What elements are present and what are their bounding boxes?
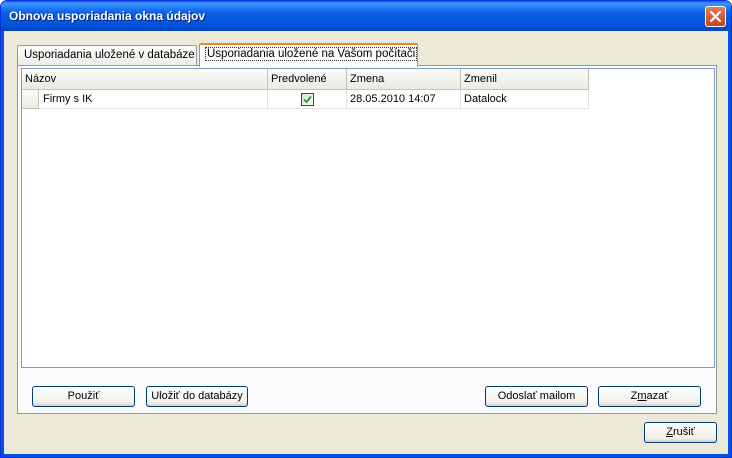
row-selector[interactable] bbox=[22, 90, 39, 109]
delete-label-suffix: azať bbox=[646, 390, 669, 402]
delete-mnemonic: m bbox=[637, 390, 647, 402]
use-button[interactable]: Použiť bbox=[32, 386, 135, 407]
cancel-mnemonic: Z bbox=[666, 426, 673, 438]
save-to-database-button[interactable]: Uložiť do databázy bbox=[146, 386, 248, 407]
window-frame-bottom bbox=[1, 454, 731, 457]
tab-page: Názov Predvolené Zmena Zmenil Firmy s IK… bbox=[17, 65, 717, 414]
close-icon bbox=[709, 10, 722, 23]
dialog-window: Obnova usporiadania okna údajov Usporiad… bbox=[0, 0, 732, 458]
column-header-nazov[interactable]: Názov bbox=[22, 69, 268, 90]
window-frame-left bbox=[1, 31, 4, 457]
cancel-button[interactable]: Zrušiť bbox=[644, 422, 717, 443]
cell-zmenil[interactable]: Datalock bbox=[461, 90, 589, 109]
default-checkbox[interactable] bbox=[301, 93, 314, 106]
cell-nazov[interactable]: Firmy s IK bbox=[39, 90, 268, 109]
delete-button[interactable]: Zmazať bbox=[598, 386, 701, 407]
title-bar[interactable]: Obnova usporiadania okna údajov bbox=[1, 1, 731, 31]
column-header-zmena[interactable]: Zmena bbox=[347, 69, 461, 90]
checkbox-checked-icon bbox=[303, 95, 312, 104]
column-header-zmenil[interactable]: Zmenil bbox=[461, 69, 589, 90]
window-title: Obnova usporiadania okna údajov bbox=[9, 9, 206, 23]
tab-local-layouts-label: Usporiadania uložené na Vašom počítači bbox=[204, 47, 418, 61]
cell-predvolene[interactable] bbox=[268, 90, 347, 109]
send-by-mail-button[interactable]: Odoslať mailom bbox=[485, 386, 588, 407]
tab-database-layouts[interactable]: Usporiadania uložené v databáze bbox=[17, 45, 197, 66]
column-header-predvolene[interactable]: Predvolené bbox=[268, 69, 347, 90]
cell-zmena[interactable]: 28.05.2010 14:07 bbox=[347, 90, 461, 109]
tab-local-layouts[interactable]: Usporiadania uložené na Vašom počítači bbox=[199, 43, 418, 67]
layouts-grid[interactable]: Názov Predvolené Zmena Zmenil Firmy s IK… bbox=[21, 68, 715, 368]
cancel-label-suffix: rušiť bbox=[672, 426, 695, 438]
close-button[interactable] bbox=[705, 6, 726, 27]
window-frame-right bbox=[728, 31, 731, 457]
